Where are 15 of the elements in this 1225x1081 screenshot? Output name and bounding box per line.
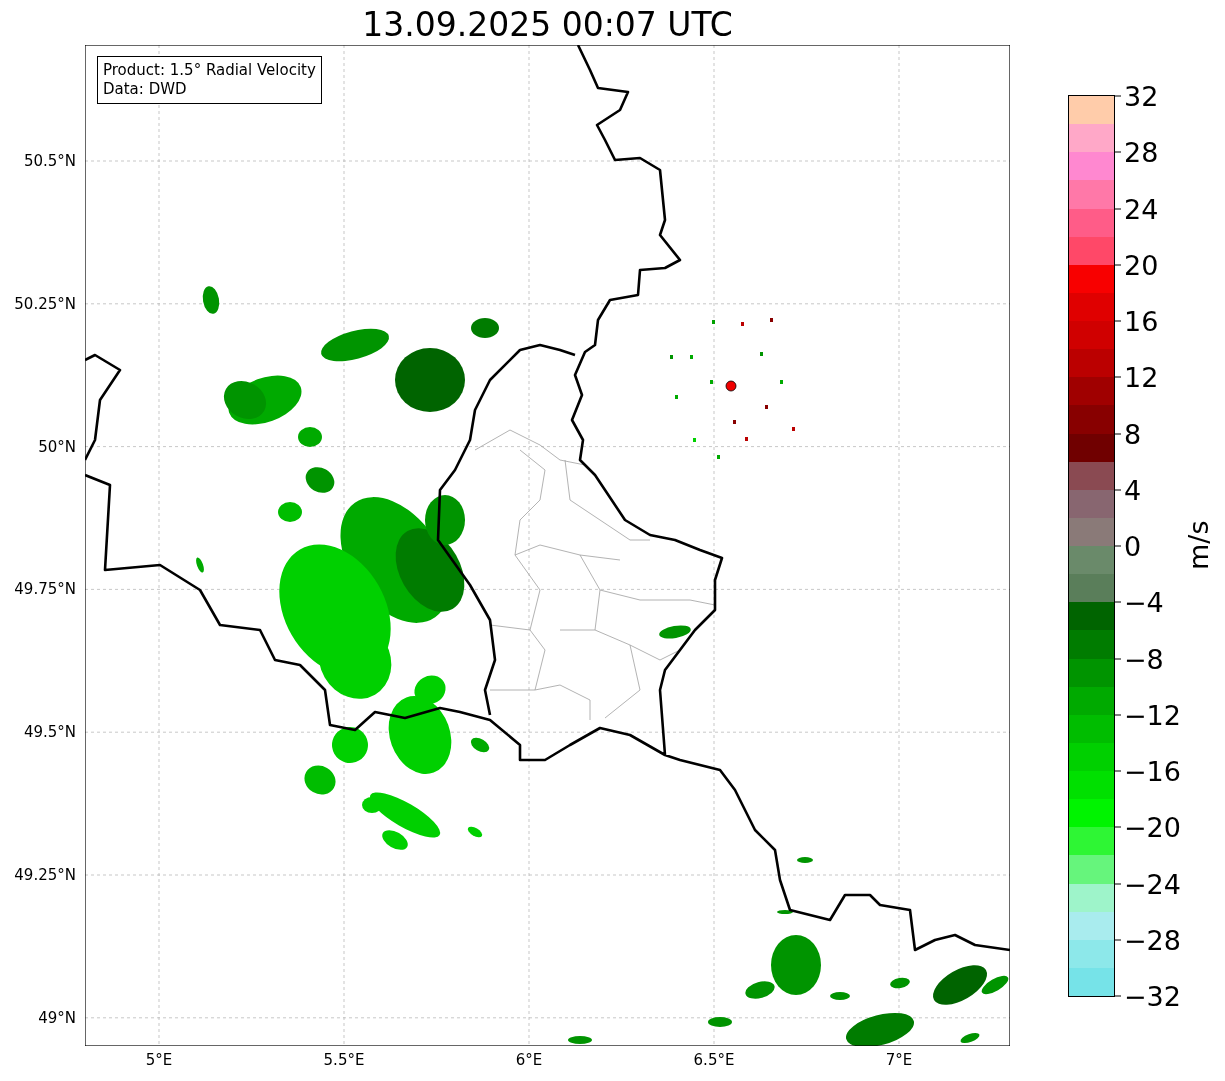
axis-tick-label: 50.25°N [14, 294, 76, 313]
axis-tick-label: 49.25°N [14, 866, 76, 884]
axis-tick-label: 50.5°N [23, 152, 76, 170]
chart-title: 13.09.2025 00:07 UTC [361, 4, 734, 45]
axis-tick-label: 5.5°E [323, 1051, 365, 1069]
colorbar-label: m/s [1183, 520, 1214, 570]
axis-tick-label: 49.75°N [14, 580, 76, 599]
axis-tick-label: 6.5°E [693, 1051, 735, 1069]
axis-tick-label: 6°E [515, 1051, 543, 1069]
axis-tick-label: 49°N [38, 1008, 76, 1027]
axis-tick-label: 49.5°N [23, 723, 76, 742]
axis-tick-label: 7°E [885, 1051, 913, 1069]
axis-tick-label: 50°N [38, 437, 76, 456]
axis-tick-label: 5°E [145, 1051, 173, 1069]
info-box: Product: 1.5° Radial Velocity Data: DWD [97, 56, 322, 104]
